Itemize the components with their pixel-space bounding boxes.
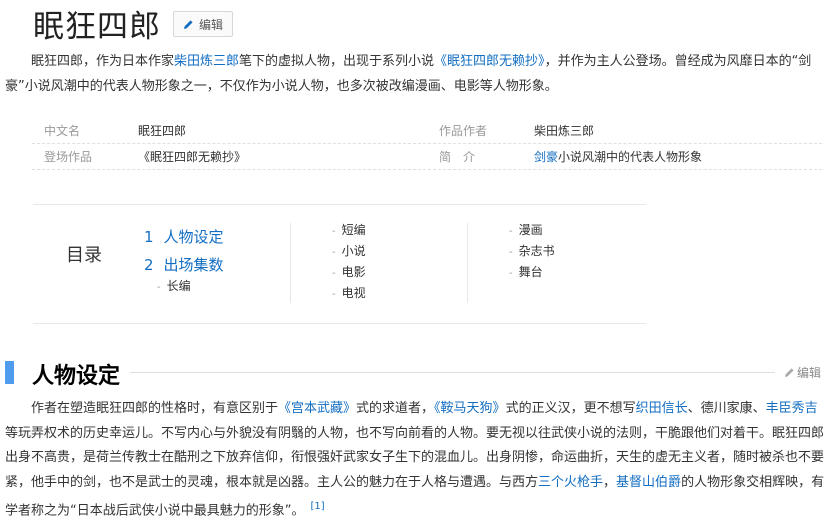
toc-item-number: 1 xyxy=(144,228,154,246)
three-musketeers-link[interactable]: 三个火枪手 xyxy=(538,475,603,490)
oda-nobunaga-link[interactable]: 织田信长 xyxy=(636,401,688,416)
toc-item-number: 2 xyxy=(144,256,154,274)
bullet-dot-icon: - xyxy=(509,226,513,237)
toc-subitem-film[interactable]: - 电影 xyxy=(332,263,366,280)
lemma-summary: 眠狂四郎，作为日本作家柴田炼三郎笔下的虚拟人物，出现于系列小说《眠狂四郎无赖抄》… xyxy=(5,50,825,99)
toc-label: 目录 xyxy=(66,245,102,266)
section-edit-label: 编辑 xyxy=(797,366,822,380)
section-edit-button[interactable]: 编辑 xyxy=(784,364,821,381)
info-value-intro: 剑豪小说风潮中的代表人物形象 xyxy=(534,148,702,165)
toc-subitem-novel[interactable]: - 小说 xyxy=(332,242,366,259)
bullet-dot-icon: - xyxy=(332,226,336,237)
bullet-dot-icon: - xyxy=(157,282,161,293)
bullet-dot-icon: - xyxy=(509,247,513,258)
summary-text-1: 眠狂四郎，作为日本作家 xyxy=(31,54,175,69)
section-paragraph: 作者在塑造眠狂四郎的性格时，有意区别于《宫本武藏》式的求道者，《鞍马天狗》式的正… xyxy=(5,397,825,524)
info-name-author: 作品作者 xyxy=(439,124,488,138)
novel-link[interactable]: 《眠狂四郎无赖抄》 xyxy=(434,54,545,69)
info-value-author: 柴田炼三郎 xyxy=(534,124,595,138)
toc-subitem-manga[interactable]: - 漫画 xyxy=(509,221,543,238)
toc-item-appearances[interactable]: 2 出场集数 xyxy=(144,254,224,275)
bullet-dot-icon: - xyxy=(509,268,513,279)
info-value-intro-text: 小说风潮中的代表人物形象 xyxy=(558,150,703,164)
toc-subitem-label: 长编 xyxy=(166,279,191,293)
kurama-tengu-link[interactable]: 《鞍马天狗》 xyxy=(434,401,506,416)
para-text: 作者在塑造眠狂四郎的性格时，有意区别于 xyxy=(31,401,279,416)
toc-subitem-stage[interactable]: - 舞台 xyxy=(509,263,543,280)
bullet-dot-icon: - xyxy=(332,247,336,258)
section-divider xyxy=(130,372,775,373)
summary-text-2: 笔下的虚拟人物，出现于系列小说 xyxy=(239,54,435,69)
basic-info-row: 中文名 眠狂四郎 作品作者 柴田炼三郎 xyxy=(32,118,822,144)
toc-subitem-label: 杂志书 xyxy=(518,244,555,258)
monte-cristo-link[interactable]: 基督山伯爵 xyxy=(616,475,681,490)
toc-divider xyxy=(290,223,291,303)
basic-info-row: 登场作品 《眠狂四郎无赖抄》 简 介 剑豪小说风潮中的代表人物形象 xyxy=(32,144,822,170)
info-value-appearance: 《眠狂四郎无赖抄》 xyxy=(138,150,247,164)
toc-subitem-short-series[interactable]: - 短编 xyxy=(332,221,366,238)
para-text: 、德川家康、 xyxy=(687,401,766,416)
section-accent-bar xyxy=(5,361,14,384)
bullet-dot-icon: - xyxy=(332,289,336,300)
page-title: 眠狂四郎 xyxy=(33,8,161,45)
table-of-contents: 目录 1 人物设定 2 出场集数 - 长编 - 短编 - 小说 - 电影 - 电视 - 漫画 -… xyxy=(33,204,646,324)
info-name-intro: 简 介 xyxy=(439,150,476,164)
para-text: 式的求道者， xyxy=(356,401,435,416)
toc-subitem-label: 漫画 xyxy=(518,223,543,237)
pencil-icon xyxy=(184,19,193,29)
toc-subitem-long-series[interactable]: - 长编 xyxy=(157,277,191,294)
author-link[interactable]: 柴田炼三郎 xyxy=(174,54,239,69)
section-title: 人物设定 xyxy=(32,364,121,389)
toc-item-label: 人物设定 xyxy=(163,228,224,246)
info-value-chinese-name: 眠狂四郎 xyxy=(138,124,187,138)
para-text: ， xyxy=(603,474,617,490)
pencil-icon xyxy=(785,368,794,377)
musashi-link[interactable]: 《宫本武藏》 xyxy=(278,401,356,416)
toyotomi-hideyoshi-link[interactable]: 丰臣秀吉 xyxy=(766,401,818,416)
toc-subitem-label: 短编 xyxy=(341,223,366,237)
toc-divider xyxy=(467,223,468,303)
title-row: 眠狂四郎 编辑 xyxy=(33,0,234,46)
toc-subitem-magazine-book[interactable]: - 杂志书 xyxy=(509,242,555,259)
toc-subitem-tv[interactable]: - 电视 xyxy=(332,284,366,301)
toc-item-label: 出场集数 xyxy=(163,256,224,274)
toc-subitem-label: 电影 xyxy=(341,265,366,279)
basic-info-table: 中文名 眠狂四郎 作品作者 柴田炼三郎 登场作品 《眠狂四郎无赖抄》 简 介 剑… xyxy=(32,118,822,170)
para-text: 式的正义汉，更不想写 xyxy=(505,401,636,416)
toc-subitem-label: 舞台 xyxy=(518,265,543,279)
toc-item-character-setting[interactable]: 1 人物设定 xyxy=(144,226,224,247)
bullet-dot-icon: - xyxy=(332,268,336,279)
edit-button-label: 编辑 xyxy=(199,17,224,32)
toc-subitem-label: 电视 xyxy=(341,286,366,300)
reference-link[interactable]: [1] xyxy=(310,501,324,512)
kengo-link[interactable]: 剑豪 xyxy=(534,150,558,164)
edit-button[interactable]: 编辑 xyxy=(173,11,234,37)
info-name-appearance: 登场作品 xyxy=(44,150,93,164)
info-name-chinese-name: 中文名 xyxy=(44,124,81,138)
toc-subitem-label: 小说 xyxy=(341,244,366,258)
